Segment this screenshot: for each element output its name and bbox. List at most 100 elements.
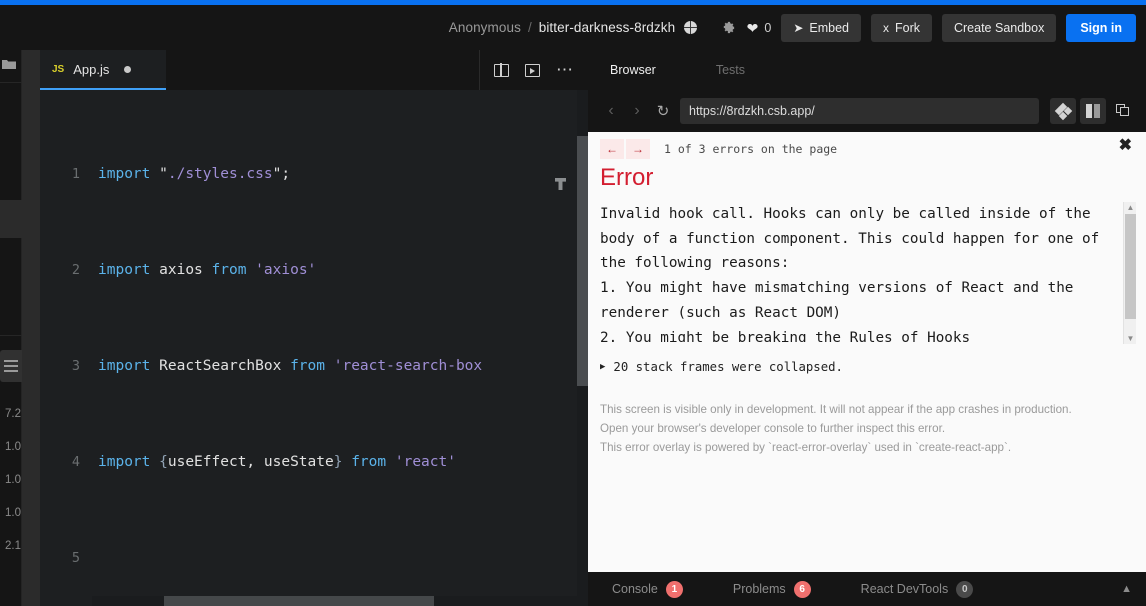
- react-devtools-label: React DevTools: [861, 582, 949, 596]
- fork-icon: x: [883, 22, 889, 34]
- tab-filename: App.js: [73, 62, 109, 77]
- open-external-icon[interactable]: [1110, 98, 1136, 124]
- share-arrow-icon: ➤: [793, 22, 803, 34]
- preview-statusbar: Console 1 Problems 6 React DevTools 0 ▲: [588, 572, 1146, 606]
- line-code: import axios from 'axios': [92, 258, 316, 282]
- problems-count-badge: 6: [794, 581, 811, 598]
- dependency-version: 2.1: [0, 530, 22, 563]
- unsaved-dot-icon[interactable]: [124, 66, 131, 73]
- error-title: Error: [600, 164, 653, 192]
- footnote-line: Open your browser's developer console to…: [600, 419, 1072, 438]
- error-navigation: ← → 1 of 3 errors on the page: [588, 132, 1146, 166]
- code-scroll-area[interactable]: 1 import "./styles.css"; 2 import axios …: [40, 90, 588, 606]
- create-sandbox-button[interactable]: Create Sandbox: [942, 14, 1056, 42]
- embed-button[interactable]: ➤ Embed: [781, 14, 861, 42]
- react-devtools-count-badge: 0: [956, 581, 973, 598]
- statusbar-item-console[interactable]: Console 1: [612, 581, 683, 598]
- sandbox-title[interactable]: bitter-darkness-8rdzkh: [539, 20, 676, 35]
- scroll-down-arrow-icon[interactable]: ▼: [1126, 334, 1135, 343]
- tabbar-spacer: [166, 50, 480, 90]
- dependency-version: 1.0: [0, 431, 22, 464]
- line-number: 3: [40, 354, 92, 378]
- globe-icon[interactable]: [684, 21, 697, 34]
- line-number: 2: [40, 258, 92, 282]
- editor-horizontal-scroll-thumb[interactable]: [164, 596, 434, 606]
- error-message-box[interactable]: Invalid hook call. Hooks can only be cal…: [600, 202, 1125, 342]
- error-message-scrollbar[interactable]: ▲ ▼: [1123, 202, 1136, 344]
- footnote-line: This error overlay is powered by `react-…: [600, 438, 1072, 457]
- dependency-version: 1.0: [0, 497, 22, 530]
- rail-active-item[interactable]: [0, 200, 22, 238]
- close-icon[interactable]: ✖: [1119, 138, 1132, 154]
- code-line: 1 import "./styles.css";: [40, 162, 588, 186]
- tab-tests[interactable]: Tests: [678, 63, 767, 77]
- back-arrow-icon[interactable]: ‹: [598, 98, 624, 124]
- dependency-version: 7.2: [0, 398, 22, 431]
- codesandbox-window: Anonymous / bitter-darkness-8rdzkh ❤ 0 ➤…: [0, 0, 1146, 606]
- dependency-version: 1.0: [0, 464, 22, 497]
- split-pane-icon[interactable]: [494, 64, 509, 77]
- tab-app-js[interactable]: JS App.js: [40, 50, 166, 90]
- fork-button[interactable]: x Fork: [871, 14, 932, 42]
- sidebar-resize-handle[interactable]: [22, 50, 40, 606]
- stack-frames-toggle[interactable]: ▶ 20 stack frames were collapsed.: [600, 360, 843, 374]
- chevron-up-icon[interactable]: ▲: [1121, 583, 1132, 595]
- console-count-badge: 1: [666, 581, 683, 598]
- code-line: 4 import {useEffect, useState} from 'rea…: [40, 450, 588, 474]
- likes-count: 0: [764, 21, 771, 35]
- browser-urlbar: ‹ › ↻ https://8rdzkh.csb.app/: [588, 90, 1146, 132]
- preview-pane: Browser Tests ‹ › ↻ https://8rdzkh.csb.a…: [588, 50, 1146, 606]
- line-number: 1: [40, 162, 92, 186]
- line-number: 5: [40, 546, 92, 570]
- editor-vertical-scrollbar[interactable]: [577, 90, 588, 606]
- tab-browser[interactable]: Browser: [610, 63, 678, 77]
- error-count-text: 1 of 3 errors on the page: [664, 142, 837, 156]
- url-input[interactable]: https://8rdzkh.csb.app/: [680, 98, 1039, 124]
- statusbar-item-problems[interactable]: Problems 6: [733, 581, 811, 598]
- responsive-mode-icon[interactable]: [1050, 98, 1076, 124]
- console-label: Console: [612, 582, 658, 596]
- problems-label: Problems: [733, 582, 786, 596]
- code-content: 1 import "./styles.css"; 2 import axios …: [40, 90, 588, 606]
- editor-tabbar: JS App.js ⋯: [40, 50, 588, 90]
- preview-pane-icon[interactable]: [525, 64, 540, 77]
- rail-divider: [0, 335, 22, 336]
- gear-icon[interactable]: [721, 20, 737, 36]
- more-options-icon[interactable]: ⋯: [556, 66, 574, 74]
- editor-horizontal-scrollbar[interactable]: [92, 596, 588, 606]
- expand-triangle-icon: ▶: [600, 362, 605, 372]
- editor-vertical-scroll-thumb[interactable]: [577, 136, 588, 386]
- error-footnotes: This screen is visible only in developme…: [600, 400, 1072, 457]
- app-header: Anonymous / bitter-darkness-8rdzkh ❤ 0 ➤…: [0, 5, 1146, 50]
- error-scroll-thumb[interactable]: [1125, 214, 1136, 319]
- line-number: 4: [40, 450, 92, 474]
- next-error-button[interactable]: →: [626, 139, 650, 159]
- activity-rail: 7.2 1.0 1.0 1.0 2.1: [0, 50, 22, 606]
- footnote-line: This screen is visible only in developme…: [600, 400, 1072, 419]
- split-view-icon[interactable]: [1080, 98, 1106, 124]
- embed-label: Embed: [809, 21, 849, 35]
- reload-icon[interactable]: ↻: [650, 98, 676, 124]
- breadcrumb-owner: Anonymous: [449, 20, 521, 35]
- forward-arrow-icon[interactable]: ›: [624, 98, 650, 124]
- breadcrumb-separator: /: [528, 20, 532, 35]
- line-code: import {useEffect, useState} from 'react…: [92, 450, 456, 474]
- heart-icon: ❤: [747, 21, 759, 35]
- line-code: [92, 546, 98, 570]
- editor-actions: ⋯: [480, 50, 588, 90]
- code-line: 5: [40, 546, 588, 570]
- previous-error-button[interactable]: ←: [600, 139, 624, 159]
- likes-counter[interactable]: ❤ 0: [747, 21, 772, 35]
- create-sandbox-label: Create Sandbox: [954, 21, 1044, 35]
- code-editor-pane: JS App.js ⋯ 1 import "./styles.css";: [40, 50, 588, 606]
- code-line: 3 import ReactSearchBox from 'react-sear…: [40, 354, 588, 378]
- sign-in-button[interactable]: Sign in: [1066, 14, 1136, 42]
- statusbar-item-react-devtools[interactable]: React DevTools 0: [861, 581, 974, 598]
- line-code: import "./styles.css";: [92, 162, 290, 186]
- error-message: Invalid hook call. Hooks can only be cal…: [600, 202, 1100, 342]
- rail-divider: [0, 82, 22, 83]
- js-file-icon: JS: [52, 64, 64, 75]
- sign-in-label: Sign in: [1080, 21, 1122, 35]
- scroll-up-arrow-icon[interactable]: ▲: [1126, 203, 1135, 212]
- folder-icon[interactable]: [2, 57, 16, 68]
